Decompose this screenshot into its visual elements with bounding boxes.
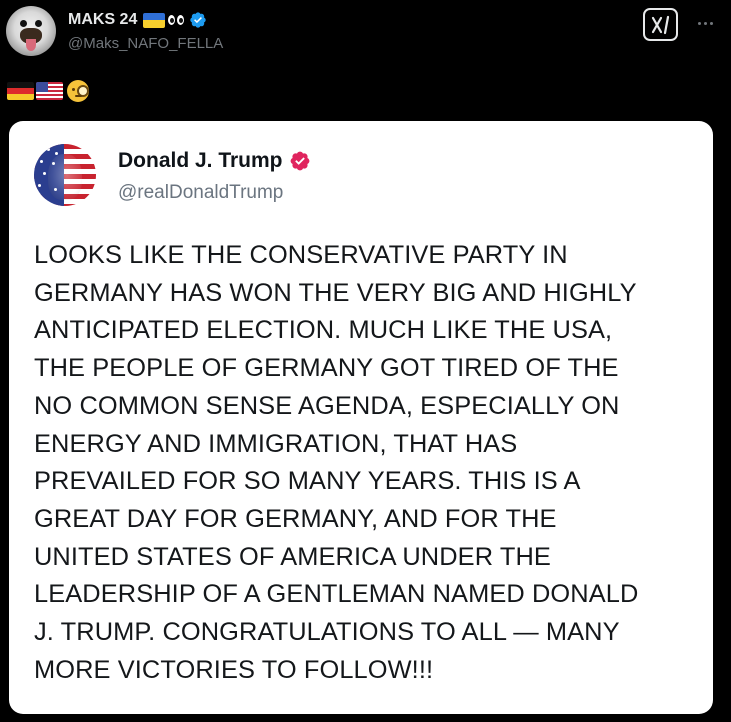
avatar-tongue xyxy=(26,39,36,51)
monocle-face-emoji xyxy=(67,80,89,102)
author-name-row[interactable]: MAKS 24 xyxy=(68,9,207,31)
germany-flag-emoji xyxy=(7,82,34,100)
quoted-verified-badge-icon xyxy=(289,150,311,172)
quoted-post-text: LOOKS LIKE THE CONSERVATIVE PARTY IN GER… xyxy=(34,241,639,684)
ukraine-flag-emoji xyxy=(143,12,166,28)
author-handle[interactable]: @Maks_NAFO_FELLA xyxy=(68,35,223,52)
quoted-author-name: Donald J. Trump xyxy=(118,149,283,172)
post-text-emojis xyxy=(7,79,89,103)
post: MAKS 24 @Maks_NAFO_FELLA Donald J. Trump… xyxy=(0,0,731,722)
quoted-author-name-row: Donald J. Trump xyxy=(118,149,311,173)
usa-flag-emoji xyxy=(36,82,63,100)
avatar-eye-right xyxy=(35,20,42,27)
quoted-author-avatar xyxy=(34,144,96,206)
post-image[interactable]: Donald J. Trump @realDonaldTrump LOOKS L… xyxy=(9,121,713,714)
avatar-eye-left xyxy=(20,20,27,27)
more-options-icon[interactable] xyxy=(694,14,716,32)
grok-icon[interactable] xyxy=(643,8,678,41)
verified-badge-icon[interactable] xyxy=(189,11,207,29)
author-avatar[interactable] xyxy=(6,6,56,56)
quoted-author-handle: @realDonaldTrump xyxy=(118,182,284,203)
eyes-emoji xyxy=(168,15,185,25)
author-display-name[interactable]: MAKS 24 xyxy=(68,11,137,29)
